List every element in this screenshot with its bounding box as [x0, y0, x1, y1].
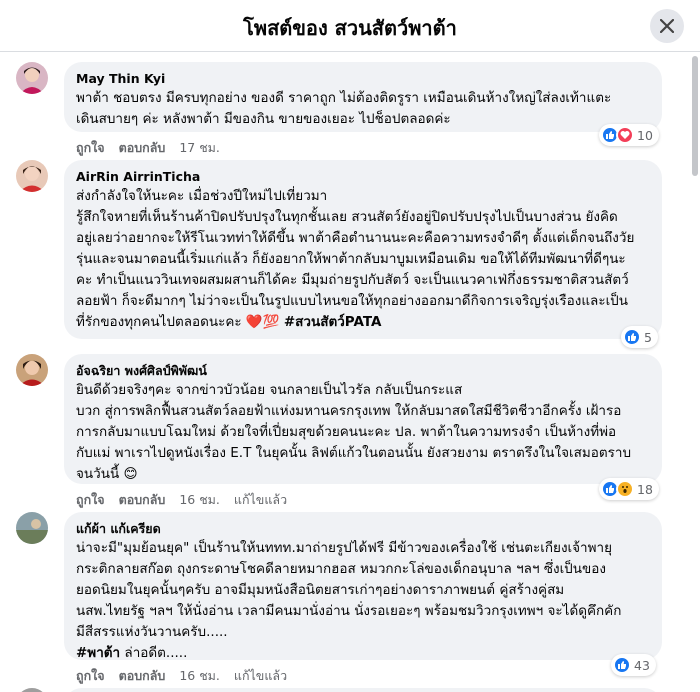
comment-time[interactable]: 16 ชม. [179, 490, 220, 510]
comment-text-line: ยินดีด้วยจริงๆคะ จากข่าวบัวน้อย จนกลายเป… [76, 382, 463, 398]
comment-bubble: แก้ผ้า แก้เครียด น่าจะมี"มุมย้อนยุค" เป็… [64, 512, 662, 661]
hashtag-link[interactable]: #สวนสัตว์PATA [284, 314, 382, 330]
comment-text-line: รุ่นและจนมาตอนนี้เริ่มแก่แล้ว ก็ยังอยากใ… [76, 251, 626, 267]
reply-action[interactable]: ตอบกลับ [119, 490, 166, 510]
comment-text-line: ส่งกำลังใจให้นะคะ เมื่อช่วงปีใหม่ไปเที่ย… [76, 188, 328, 204]
reaction-summary[interactable]: 43 [611, 654, 656, 676]
reaction-count: 43 [634, 657, 650, 673]
comment-text-line: ที่รักของทุกคนไปตลอดนะคะ ❤️💯 #สวนสัตว์PA… [76, 312, 650, 333]
edited-label[interactable]: แก้ไขแล้ว [234, 490, 287, 510]
edited-label[interactable]: แก้ไขแล้ว [234, 666, 287, 686]
dialog-title: โพสต์ของ สวนสัตว์พาต้า [243, 16, 457, 40]
comment-text-line: เดินสบายๆ ค่ะ หลังพาต้า มีของกิน ขายของเ… [76, 111, 451, 127]
comment-bubble: May Thin Kyi พาต้า ชอบตรง มีครบทุกอย่าง … [64, 62, 662, 132]
dialog-header: โพสต์ของ สวนสัตว์พาต้า [0, 0, 700, 52]
avatar[interactable] [16, 512, 48, 544]
comment-text-line: ยอดนิยมในยุคนั้นๆครับ อาจมีมุมหนังสือนิต… [76, 582, 565, 598]
avatar[interactable] [16, 160, 48, 192]
like-action[interactable]: ถูกใจ [76, 666, 105, 686]
comment-text-segment: ล่าอดีต..... [120, 645, 188, 661]
like-action[interactable]: ถูกใจ [76, 138, 105, 158]
like-icon [623, 328, 641, 346]
like-action[interactable]: ถูกใจ [76, 490, 105, 510]
reaction-summary[interactable]: 5 [621, 326, 658, 348]
close-button[interactable] [650, 9, 684, 43]
reaction-summary[interactable]: 10 [599, 124, 659, 146]
comment-time[interactable]: 16 ชม. [179, 666, 220, 686]
comment-text-line: อยู่เลยว่าอยากจะให้รีโนเวทท่าให้ดีขึ้น พ… [76, 230, 635, 246]
avatar[interactable] [16, 62, 48, 94]
comment-time[interactable]: 17 ชม. [179, 138, 220, 158]
comment-bubble: AirRin AirrinTicha ส่งกำลังใจให้นะคะ เมื… [64, 160, 662, 339]
avatar[interactable] [16, 688, 48, 692]
comment-bubble: อัจฉริยา พงศ์ศิลป์พิพัฒน์ ยินดีด้วยจริงๆ… [64, 354, 662, 484]
comment-actions: ถูกใจ ตอบกลับ 17 ชม. [76, 138, 220, 158]
avatar[interactable] [16, 354, 48, 386]
comment-text-line: กับแม่ พาเราไปดูหนังเรื่อง E.T ในยุคนั้น… [76, 445, 632, 461]
comment-text-line: นสพ.ไทยรัฐ ฯลฯ ให้นั่งอ่าน เวลามีคนมานั่… [76, 603, 622, 619]
comment-text-line: การกลับมาแบบโฉมใหม่ ด้วยใจที่เปี่ยมสุขด้… [76, 424, 617, 440]
comment-text-line: น่าจะมี"มุมย้อนยุค" เป็นร้านให้นททท.มาถ่… [76, 540, 613, 556]
comment-actions: ถูกใจ ตอบกลับ 16 ชม. แก้ไขแล้ว [76, 490, 287, 510]
comments-list[interactable]: May Thin Kyi พาต้า ชอบตรง มีครบทุกอย่าง … [0, 52, 700, 692]
comment-actions: ถูกใจ ตอบกลับ 16 ชม. แก้ไขแล้ว [76, 666, 287, 686]
comment-text-line: กระติกลายสก๊อต ถุงกระดาษโชคดีลายหมากฮอส … [76, 561, 606, 577]
reaction-count: 5 [644, 329, 652, 345]
emoji: ❤️💯 [245, 314, 280, 330]
like-icon [613, 656, 631, 674]
comment-text-line: พาต้า ชอบตรง มีครบทุกอย่าง ของดี ราคาถูก… [76, 90, 612, 106]
comment-text-line: มีสีสรรแห่งวันวานครับ..... [76, 624, 228, 640]
reply-action[interactable]: ตอบกลับ [119, 138, 166, 158]
scrollbar[interactable] [692, 56, 698, 176]
comment-author[interactable]: แก้ผ้า แก้เครียด [76, 520, 650, 538]
comment-text-line: #พาต้า ล่าอดีต..... [76, 643, 650, 664]
comment-author[interactable]: May Thin Kyi [76, 70, 650, 88]
comment-text-line: คะ ทำเป็นแนววินเทจผสมผสานก็ได้คะ มีมุมถ่… [76, 272, 629, 288]
hashtag-link[interactable]: #พาต้า [76, 645, 120, 661]
close-icon [660, 19, 674, 33]
comment-author[interactable]: อัจฉริยา พงศ์ศิลป์พิพัฒน์ [76, 362, 650, 380]
comment-text-line: จนวันนี้ 😊 [76, 466, 138, 482]
reply-action[interactable]: ตอบกลับ [119, 666, 166, 686]
comment-bubble [64, 688, 662, 692]
wow-icon [616, 480, 634, 498]
comment-text-line: ลอยฟ้า ก็จะดีมากๆ ไม่ว่าจะเป็นในรูปแบบไห… [76, 293, 628, 309]
comment-text-segment: ที่รักของทุกคนไปตลอดนะคะ [76, 314, 242, 330]
comment-text-line: รู้สึกใจหายที่เห็นร้านค้าปิดปรับปรุงในทุ… [76, 209, 618, 225]
reaction-summary[interactable]: 18 [599, 478, 659, 500]
love-icon [616, 126, 634, 144]
reaction-count: 10 [637, 127, 653, 143]
reaction-count: 18 [637, 481, 653, 497]
comment-author[interactable]: AirRin AirrinTicha [76, 168, 650, 186]
comment-text-line: บวก สู่การพลิกฟื้นสวนสัตว์ลอยฟ้าแห่งมหาน… [76, 403, 622, 419]
